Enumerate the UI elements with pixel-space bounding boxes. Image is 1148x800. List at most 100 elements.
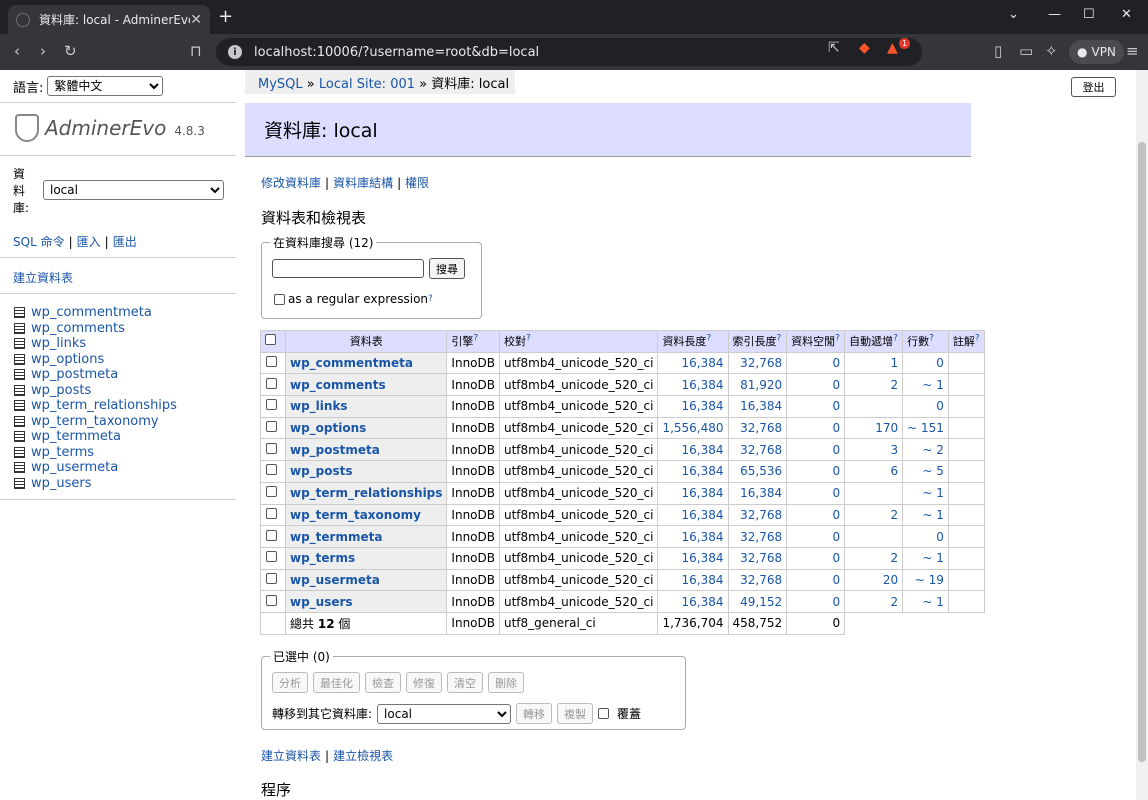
table-name-link[interactable]: wp_users <box>290 595 353 609</box>
rows-link[interactable]: 0 <box>936 399 944 413</box>
sidebar-table-link[interactable]: wp_users <box>31 476 92 491</box>
index-length-link[interactable]: 16,384 <box>740 399 782 413</box>
scrollbar[interactable] <box>1136 70 1148 800</box>
overwrite-checkbox[interactable] <box>598 708 610 719</box>
drop-button[interactable]: 刪除 <box>488 672 524 693</box>
reload-icon[interactable]: ↻ <box>64 42 77 60</box>
data-length-link[interactable]: 16,384 <box>682 399 724 413</box>
sidebar-icon[interactable]: ▯ <box>994 42 1002 60</box>
table-name-link[interactable]: wp_posts <box>290 464 353 478</box>
target-database-select[interactable]: local <box>377 703 512 724</box>
index-length-link[interactable]: 32,768 <box>740 421 782 435</box>
table-name-link[interactable]: wp_usermeta <box>290 573 380 587</box>
truncate-button[interactable]: 清空 <box>447 672 483 693</box>
logout-button[interactable]: 登出 <box>1071 77 1116 97</box>
table-name-link[interactable]: wp_comments <box>290 378 386 392</box>
row-checkbox[interactable] <box>266 486 277 498</box>
sidebar-table-link[interactable]: wp_term_taxonomy <box>31 414 159 429</box>
row-checkbox[interactable] <box>266 356 277 368</box>
browser-tab[interactable]: 資料庫: local - AdminerEvo ✕ <box>8 5 210 34</box>
table-name-link[interactable]: wp_terms <box>290 551 355 565</box>
row-checkbox[interactable] <box>266 464 277 476</box>
sidebar-table-link[interactable]: wp_term_relationships <box>31 398 177 413</box>
data-length-link[interactable]: 16,384 <box>682 464 724 478</box>
auto-increment-link[interactable]: 2 <box>891 551 899 565</box>
index-length-link[interactable]: 32,768 <box>740 508 782 522</box>
auto-increment-link[interactable]: 20 <box>883 573 898 587</box>
create-table-link[interactable]: 建立資料表 <box>261 749 321 763</box>
help-icon[interactable]: ? <box>473 334 478 344</box>
index-length-link[interactable]: 32,768 <box>740 356 782 370</box>
index-length-link[interactable]: 32,768 <box>740 530 782 544</box>
vpn-button[interactable]: ● VPN <box>1069 40 1124 64</box>
check-button[interactable]: 檢查 <box>365 672 401 693</box>
data-length-link[interactable]: 16,384 <box>682 378 724 392</box>
site-info-icon[interactable]: i <box>228 45 242 59</box>
export-link[interactable]: 匯出 <box>113 235 137 249</box>
table-name-link[interactable]: wp_commentmeta <box>290 356 413 370</box>
row-checkbox[interactable] <box>266 421 277 433</box>
auto-increment-link[interactable]: 2 <box>891 378 899 392</box>
rows-link[interactable]: ~ 151 <box>907 421 944 435</box>
brave-shield-icon[interactable]: ◆ <box>859 40 870 56</box>
table-name-link[interactable]: wp_term_taxonomy <box>290 508 421 522</box>
regex-checkbox[interactable] <box>274 293 285 305</box>
table-icon[interactable] <box>14 307 25 319</box>
database-schema-link[interactable]: 資料庫結構 <box>333 176 393 190</box>
rows-link[interactable]: ~ 1 <box>922 486 944 500</box>
table-icon[interactable] <box>14 446 25 458</box>
rows-link[interactable]: ~ 1 <box>922 378 944 392</box>
close-icon[interactable]: ✕ <box>190 12 202 28</box>
index-length-link[interactable]: 65,536 <box>740 464 782 478</box>
import-link[interactable]: 匯入 <box>77 235 101 249</box>
wallet-icon[interactable]: ▭ <box>1019 42 1033 60</box>
data-free-link[interactable]: 0 <box>833 464 841 478</box>
create-table-link[interactable]: 建立資料表 <box>13 271 73 285</box>
table-icon[interactable] <box>14 477 25 489</box>
data-length-link[interactable]: 16,384 <box>682 356 724 370</box>
sidebar-table-link[interactable]: wp_links <box>31 336 86 351</box>
auto-increment-link[interactable]: 1 <box>891 356 899 370</box>
rows-link[interactable]: ~ 5 <box>922 464 944 478</box>
data-free-link[interactable]: 0 <box>833 399 841 413</box>
data-length-link[interactable]: 16,384 <box>682 595 724 609</box>
breadcrumb-site[interactable]: Local Site: 001 <box>319 77 415 92</box>
auto-increment-link[interactable]: 3 <box>891 443 899 457</box>
row-checkbox[interactable] <box>266 399 277 411</box>
auto-increment-link[interactable]: 2 <box>891 508 899 522</box>
data-length-link[interactable]: 16,384 <box>682 486 724 500</box>
database-select[interactable]: local <box>43 180 224 200</box>
data-length-link[interactable]: 16,384 <box>682 443 724 457</box>
table-icon[interactable] <box>14 384 25 396</box>
sidebar-table-link[interactable]: wp_termmeta <box>31 429 121 444</box>
data-free-link[interactable]: 0 <box>833 443 841 457</box>
table-name-link[interactable]: wp_term_relationships <box>290 486 442 500</box>
language-select[interactable]: 繁體中文 <box>47 76 164 96</box>
search-input[interactable] <box>272 259 424 278</box>
row-checkbox[interactable] <box>266 594 277 606</box>
sidebar-table-link[interactable]: wp_postmeta <box>31 367 118 382</box>
move-button[interactable]: 轉移 <box>516 703 553 724</box>
help-icon[interactable]: ? <box>428 294 433 304</box>
alter-database-link[interactable]: 修改資料庫 <box>261 176 321 190</box>
minimize-icon[interactable]: — <box>1048 7 1061 22</box>
rows-link[interactable]: ~ 1 <box>922 595 944 609</box>
bookmark-icon[interactable]: ⊓ <box>190 42 202 60</box>
forward-icon[interactable]: › <box>40 42 46 60</box>
data-free-link[interactable]: 0 <box>833 356 841 370</box>
row-checkbox[interactable] <box>266 551 277 563</box>
rows-link[interactable]: ~ 1 <box>922 551 944 565</box>
index-length-link[interactable]: 49,152 <box>740 595 782 609</box>
data-free-link[interactable]: 0 <box>833 378 841 392</box>
analyze-button[interactable]: 分析 <box>272 672 308 693</box>
table-icon[interactable] <box>14 353 25 365</box>
address-bar[interactable]: i localhost:10006/?username=root&db=loca… <box>216 38 922 66</box>
sidebar-table-link[interactable]: wp_terms <box>31 445 94 460</box>
sidebar-table-link[interactable]: wp_comments <box>31 321 125 336</box>
index-length-link[interactable]: 16,384 <box>740 486 782 500</box>
data-length-link[interactable]: 16,384 <box>682 530 724 544</box>
auto-increment-link[interactable]: 2 <box>891 595 899 609</box>
breadcrumb-mysql[interactable]: MySQL <box>258 77 303 92</box>
auto-increment-link[interactable]: 6 <box>891 464 899 478</box>
rows-link[interactable]: ~ 1 <box>922 508 944 522</box>
